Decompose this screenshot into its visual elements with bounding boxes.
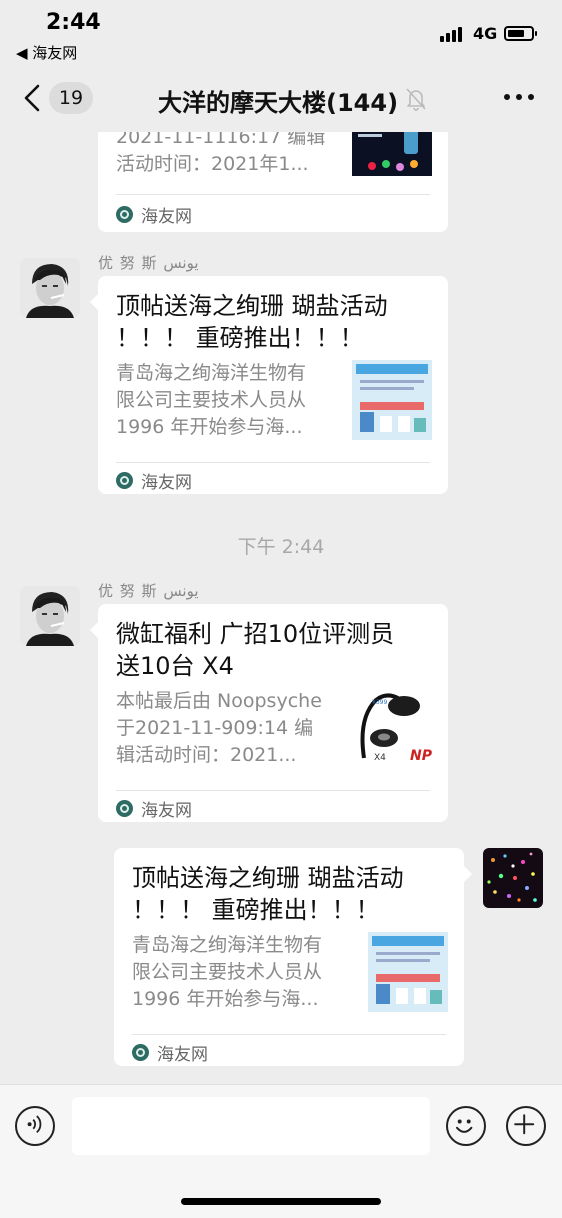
smile-icon [448,1119,484,1148]
link-card-message[interactable]: 2021-11-1116:17 编辑 活动时间：2021年1... 海友网 [98,132,448,232]
sender-name: 优 努 斯 يونس [98,582,199,600]
svg-text:X4: X4 [374,753,386,763]
unread-count-badge[interactable]: 19 [49,82,93,114]
chat-message-list[interactable]: 2021-11-1116:17 编辑 活动时间：2021年1... 海友网 优 … [0,132,562,1084]
avatar[interactable] [20,586,80,646]
network-type: 4G [473,24,498,43]
plus-icon [508,1114,544,1148]
message-input[interactable] [72,1097,430,1155]
chat-title: 大洋的摩天大楼(144) [158,89,399,117]
svg-text:NP: NP [410,748,432,764]
emoji-button[interactable] [446,1106,486,1146]
source-logo-icon [116,205,133,223]
source-logo-icon [116,471,133,489]
card-source: 海友网 [132,1041,208,1065]
home-indicator[interactable] [181,1198,381,1205]
link-card-message[interactable]: 微缸福利 广招10位评测员 送10台 X4 本帖最后由 Noopsyche 于2… [90,604,448,822]
plus-button[interactable] [506,1106,546,1146]
card-title: 微缸福利 广招10位评测员 送10台 X4 [116,620,395,680]
svg-text:¥399: ¥399 [372,699,387,706]
card-thumbnail: X4 NP ¥399 [352,688,432,768]
card-description: 本帖最后由 Noopsyche 于2021-11-909:14 编 辑活动时间：… [116,690,322,766]
card-thumbnail [368,932,448,1012]
voice-icon [17,1115,53,1148]
card-source: 海友网 [116,469,192,493]
voice-button[interactable] [15,1106,55,1146]
more-options-button[interactable] [504,94,534,102]
card-description: 青岛海之绚海洋生物有 限公司主要技术人员从 1996 年开始参与海... [132,934,323,1010]
status-time: 2:44 [46,10,101,35]
signal-icon [440,26,466,42]
link-card-message[interactable]: 顶帖送海之绚珊 瑚盐活动 ！！！ 重磅推出！！！ 青岛海之绚海洋生物有 限公司主… [114,848,472,1066]
message-timestamp: 下午 2:44 [237,536,325,558]
source-logo-icon [116,799,133,817]
card-thumbnail [352,360,432,440]
status-bar: 2:44 ◀ 海友网 4G [0,0,562,66]
source-logo-icon [132,1043,149,1061]
card-source: 海友网 [116,203,192,227]
card-title: 顶帖送海之绚珊 瑚盐活动 ！！！ 重磅推出！！！ [132,864,404,924]
back-to-app-link[interactable]: ◀ 海友网 [16,42,77,63]
back-button[interactable] [18,80,48,116]
card-thumbnail [352,132,432,176]
card-title: 顶帖送海之绚珊 瑚盐活动 ！！！ 重磅推出！！！ [116,292,388,352]
bell-slash-icon [404,86,428,112]
avatar[interactable] [20,258,80,318]
battery-icon [504,26,537,41]
link-card-message[interactable]: 顶帖送海之绚珊 瑚盐活动 ！！！ 重磅推出！！！ 青岛海之绚海洋生物有 限公司主… [90,276,448,494]
my-avatar[interactable] [483,848,543,908]
card-source: 海友网 [116,797,192,821]
chat-header: 19 大洋的摩天大楼(144) [0,66,562,132]
chevron-left-icon [18,84,48,120]
card-description: 青岛海之绚海洋生物有 限公司主要技术人员从 1996 年开始参与海... [116,362,307,438]
card-description: 2021-11-1116:17 编辑 活动时间：2021年1... [116,132,326,175]
sender-name: 优 努 斯 يونس [98,254,199,272]
